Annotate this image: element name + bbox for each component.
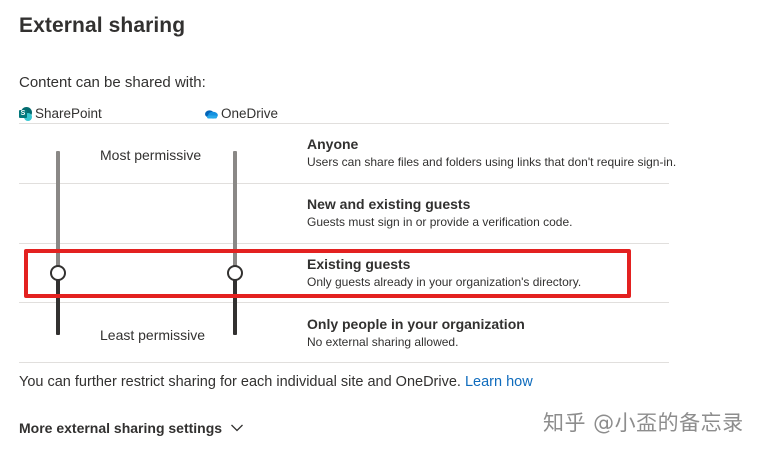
divider <box>19 183 669 184</box>
divider <box>19 243 669 244</box>
sharepoint-label: SharePoint <box>35 106 102 121</box>
sharepoint-column-header: S SharePoint <box>19 106 102 121</box>
onedrive-label: OneDrive <box>221 106 279 121</box>
highlight-box <box>24 249 631 298</box>
divider <box>19 302 669 303</box>
least-permissive-label: Least permissive <box>100 327 206 343</box>
watermark: 知乎 @小盃的备忘录 <box>543 411 744 435</box>
shared-with-label: Content can be shared with: <box>19 74 206 91</box>
divider <box>19 123 669 124</box>
chevron-down-icon <box>231 424 244 432</box>
learn-how-link[interactable]: Learn how <box>465 374 533 390</box>
onedrive-icon <box>205 109 218 119</box>
option-only-organization: Only people in your organization No exte… <box>307 316 525 349</box>
most-permissive-label: Most permissive <box>100 147 202 163</box>
option-title: Anyone <box>307 136 359 152</box>
option-description: No external sharing allowed. <box>307 335 459 349</box>
more-settings-label: More external sharing settings <box>19 420 223 436</box>
option-title: Only people in your organization <box>307 316 525 332</box>
onedrive-column-header: OneDrive <box>204 106 278 121</box>
page-title: External sharing <box>19 14 186 37</box>
divider <box>19 362 669 363</box>
sharepoint-icon: S <box>19 106 32 121</box>
onedrive-sharing-slider[interactable] <box>227 151 243 335</box>
sharepoint-sharing-slider[interactable] <box>50 151 66 335</box>
option-new-and-existing-guests: New and existing guests Guests must sign… <box>307 196 572 229</box>
option-description: Users can share files and folders using … <box>307 155 677 169</box>
more-external-sharing-settings-toggle[interactable]: More external sharing settings <box>19 420 244 436</box>
footer-text: You can further restrict sharing for eac… <box>19 374 461 390</box>
option-anyone: Anyone Users can share files and folders… <box>307 136 676 169</box>
option-title: New and existing guests <box>307 196 471 212</box>
restrict-sharing-note: You can further restrict sharing for eac… <box>19 374 533 390</box>
option-description: Guests must sign in or provide a verific… <box>307 215 573 229</box>
